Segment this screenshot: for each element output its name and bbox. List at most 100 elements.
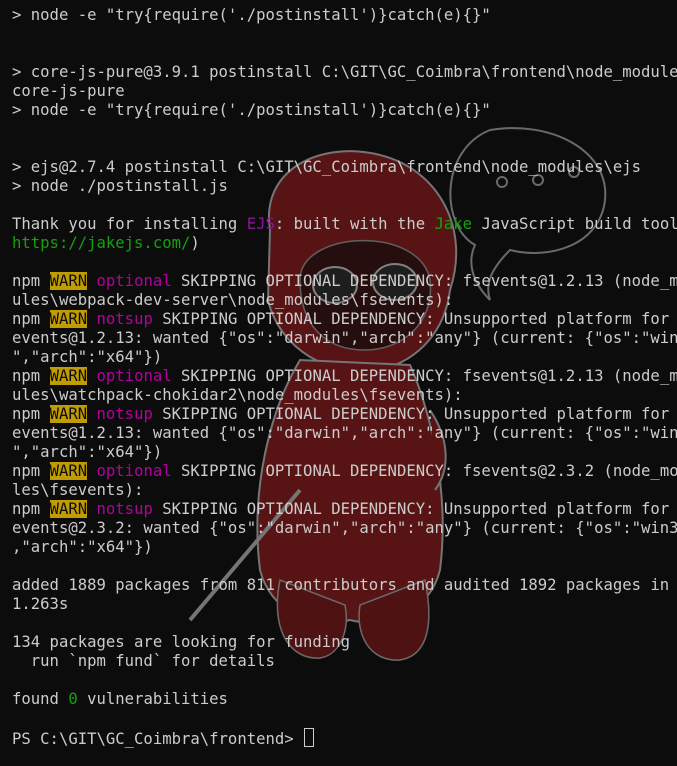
line-segment <box>87 310 96 328</box>
terminal-line: > node -e "try{require('./postinstall')}… <box>12 6 672 25</box>
line-segment: SKIPPING OPTIONAL DEPENDENCY: Unsupporte… <box>152 405 677 423</box>
line-segment: vulnerabilities <box>77 690 228 708</box>
line-segment: npm <box>12 405 50 423</box>
line-segment: https://jakejs.com/ <box>12 234 191 252</box>
terminal-line: https://jakejs.com/) <box>12 234 672 253</box>
line-segment: ,"arch":"x64"}) <box>12 538 153 556</box>
line-segment: SKIPPING OPTIONAL DEPENDENCY: fsevents@2… <box>171 462 677 480</box>
line-segment: Thank you for installing <box>12 215 247 233</box>
line-segment: : built with the <box>274 215 435 233</box>
terminal-line: npm WARN notsup SKIPPING OPTIONAL DEPEND… <box>12 405 672 424</box>
terminal-output: > node -e "try{require('./postinstall')}… <box>12 6 677 748</box>
terminal-line: > node -e "try{require('./postinstall')}… <box>12 101 672 120</box>
line-segment: npm <box>12 367 50 385</box>
line-segment: events@1.2.13: wanted {"os":"darwin","ar… <box>12 424 677 442</box>
line-segment <box>87 272 96 290</box>
warn-badge: WARN <box>49 310 88 328</box>
line-segment: added 1889 packages from 811 contributor… <box>12 576 677 594</box>
terminal-line: ","arch":"x64"}) <box>12 443 672 462</box>
terminal-line: ules\watchpack-chokidar2\node_modules\fs… <box>12 386 672 405</box>
terminal-line: ules\webpack-dev-server\node_modules\fse… <box>12 291 672 310</box>
line-segment: events@2.3.2: wanted {"os":"darwin","arc… <box>12 519 677 537</box>
terminal-line: Thank you for installing EJS: built with… <box>12 215 677 234</box>
line-segment: npm <box>12 272 50 290</box>
terminal-line: les\fsevents): <box>12 481 672 500</box>
line-segment: ","arch":"x64"}) <box>12 348 163 366</box>
text-cursor[interactable] <box>304 728 315 747</box>
terminal-line: 1.263s <box>12 595 672 614</box>
line-segment: notsup <box>96 310 153 328</box>
terminal-line: run `npm fund` for details <box>12 652 672 671</box>
terminal-line: events@2.3.2: wanted {"os":"darwin","arc… <box>12 519 677 538</box>
terminal-line: found 0 vulnerabilities <box>12 690 672 709</box>
terminal-line: npm WARN optional SKIPPING OPTIONAL DEPE… <box>12 367 677 386</box>
line-segment: SKIPPING OPTIONAL DEPENDENCY: Unsupporte… <box>152 500 677 518</box>
line-segment: 134 packages are looking for funding <box>12 633 350 651</box>
terminal-line: 134 packages are looking for funding <box>12 633 672 652</box>
terminal-line: npm WARN optional SKIPPING OPTIONAL DEPE… <box>12 462 677 481</box>
terminal-line: events@1.2.13: wanted {"os":"darwin","ar… <box>12 424 677 443</box>
line-segment: npm <box>12 462 50 480</box>
line-segment: PS C:\GIT\GC_Coimbra\frontend> <box>12 730 304 748</box>
terminal-line: npm WARN optional SKIPPING OPTIONAL DEPE… <box>12 272 677 291</box>
line-segment: JavaScript build tool ( <box>472 215 677 233</box>
line-segment: notsup <box>96 405 153 423</box>
line-segment: SKIPPING OPTIONAL DEPENDENCY: fsevents@1… <box>171 367 677 385</box>
terminal-line: PS C:\GIT\GC_Coimbra\frontend> <box>12 728 672 748</box>
line-segment: optional <box>96 272 172 290</box>
terminal-line: npm WARN notsup SKIPPING OPTIONAL DEPEND… <box>12 500 672 519</box>
line-segment <box>87 462 96 480</box>
terminal-line: core-js-pure <box>12 82 672 101</box>
warn-badge: WARN <box>49 500 88 518</box>
terminal-line: > ejs@2.7.4 postinstall C:\GIT\GC_Coimbr… <box>12 158 672 177</box>
line-segment: optional <box>96 367 172 385</box>
line-segment: 1.263s <box>12 595 69 613</box>
terminal-line: added 1889 packages from 811 contributor… <box>12 576 672 595</box>
line-segment: les\fsevents): <box>12 481 144 499</box>
line-segment: npm <box>12 310 50 328</box>
line-segment: run `npm fund` for details <box>12 652 275 670</box>
line-segment: notsup <box>96 500 153 518</box>
line-segment <box>87 367 96 385</box>
line-segment: optional <box>96 462 172 480</box>
warn-badge: WARN <box>49 367 88 385</box>
line-segment: found <box>12 690 69 708</box>
warn-badge: WARN <box>49 405 88 423</box>
line-segment <box>87 500 96 518</box>
warn-badge: WARN <box>49 462 88 480</box>
line-segment: SKIPPING OPTIONAL DEPENDENCY: fsevents@1… <box>171 272 677 290</box>
line-segment: > node -e "try{require('./postinstall')}… <box>12 101 491 119</box>
line-segment: ules\watchpack-chokidar2\node_modules\fs… <box>12 386 463 404</box>
line-segment: > core-js-pure@3.9.1 postinstall C:\GIT\… <box>12 63 677 81</box>
line-segment <box>87 405 96 423</box>
line-segment: core-js-pure <box>12 82 125 100</box>
terminal-line: events@1.2.13: wanted {"os":"darwin","ar… <box>12 329 677 348</box>
warn-badge: WARN <box>49 272 88 290</box>
line-segment: ","arch":"x64"}) <box>12 443 163 461</box>
terminal-window[interactable]: > node -e "try{require('./postinstall')}… <box>0 0 677 766</box>
line-segment: SKIPPING OPTIONAL DEPENDENCY: Unsupporte… <box>152 310 677 328</box>
terminal-line: ,"arch":"x64"}) <box>12 538 672 557</box>
terminal-line: ","arch":"x64"}) <box>12 348 672 367</box>
line-segment: 0 <box>68 690 78 708</box>
terminal-line: npm WARN notsup SKIPPING OPTIONAL DEPEND… <box>12 310 672 329</box>
line-segment: > node ./postinstall.js <box>12 177 228 195</box>
line-segment: events@1.2.13: wanted {"os":"darwin","ar… <box>12 329 677 347</box>
line-segment: Jake <box>434 215 473 233</box>
line-segment: > ejs@2.7.4 postinstall C:\GIT\GC_Coimbr… <box>12 158 642 176</box>
line-segment: > node -e "try{require('./postinstall')}… <box>12 6 491 24</box>
line-segment: ) <box>190 234 200 252</box>
line-segment: EJS <box>246 215 275 233</box>
line-segment: ules\webpack-dev-server\node_modules\fse… <box>12 291 454 309</box>
terminal-line: > core-js-pure@3.9.1 postinstall C:\GIT\… <box>12 63 677 82</box>
